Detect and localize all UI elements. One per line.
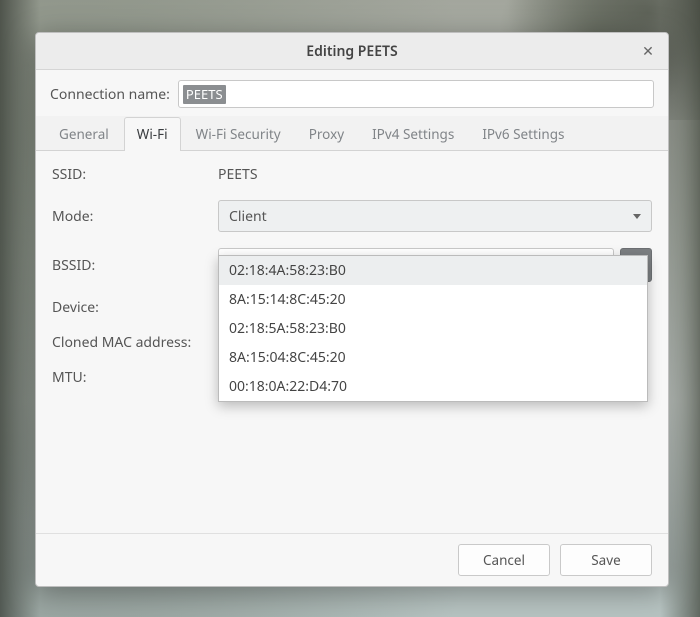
bssid-option[interactable]: 02:18:5A:58:23:B0 [219, 314, 647, 343]
ssid-label: SSID: [52, 165, 202, 184]
bssid-option[interactable]: 8A:15:14:8C:45:20 [219, 285, 647, 314]
connection-name-input[interactable]: PEETS [178, 80, 654, 108]
tab-wifi[interactable]: Wi-Fi [124, 117, 181, 151]
mode-value: Client [229, 207, 633, 226]
connection-name-row: Connection name: PEETS [36, 70, 668, 116]
bssid-option[interactable]: 00:18:0A:22:D4:70 [219, 372, 647, 401]
mtu-label: MTU: [52, 368, 202, 387]
tab-wifi-security[interactable]: Wi-Fi Security [183, 117, 294, 151]
close-button[interactable]: ✕ [634, 33, 662, 69]
tab-proxy[interactable]: Proxy [296, 117, 357, 151]
dialog-button-bar: Cancel Save [36, 533, 668, 586]
bssid-label: BSSID: [52, 256, 202, 275]
mode-select[interactable]: Client [218, 200, 652, 232]
wifi-form-area: SSID: PEETS Mode: Client BSSID: Device: … [36, 151, 668, 533]
bssid-dropdown-list: 02:18:4A:58:23:B0 8A:15:14:8C:45:20 02:1… [218, 255, 648, 402]
bssid-option[interactable]: 02:18:4A:58:23:B0 [219, 256, 647, 285]
network-editor-window: Editing PEETS ✕ Connection name: PEETS G… [35, 32, 669, 587]
connection-name-value: PEETS [183, 85, 226, 104]
tab-general[interactable]: General [46, 117, 122, 151]
chevron-down-icon [633, 214, 641, 219]
close-icon: ✕ [642, 42, 654, 61]
save-button[interactable]: Save [560, 544, 652, 576]
device-label: Device: [52, 298, 202, 317]
ssid-value: PEETS [218, 165, 652, 184]
cancel-button[interactable]: Cancel [458, 544, 550, 576]
wallpaper-tree-left [0, 0, 40, 617]
window-title: Editing PEETS [306, 42, 397, 61]
connection-name-label: Connection name: [50, 85, 170, 104]
bssid-option[interactable]: 8A:15:04:8C:45:20 [219, 343, 647, 372]
tab-ipv6-settings[interactable]: IPv6 Settings [469, 117, 577, 151]
mode-label: Mode: [52, 207, 202, 226]
titlebar: Editing PEETS ✕ [36, 33, 668, 70]
tab-ipv4-settings[interactable]: IPv4 Settings [359, 117, 467, 151]
cloned-mac-label: Cloned MAC address: [52, 333, 202, 352]
tab-bar: General Wi-Fi Wi-Fi Security Proxy IPv4 … [36, 116, 668, 151]
